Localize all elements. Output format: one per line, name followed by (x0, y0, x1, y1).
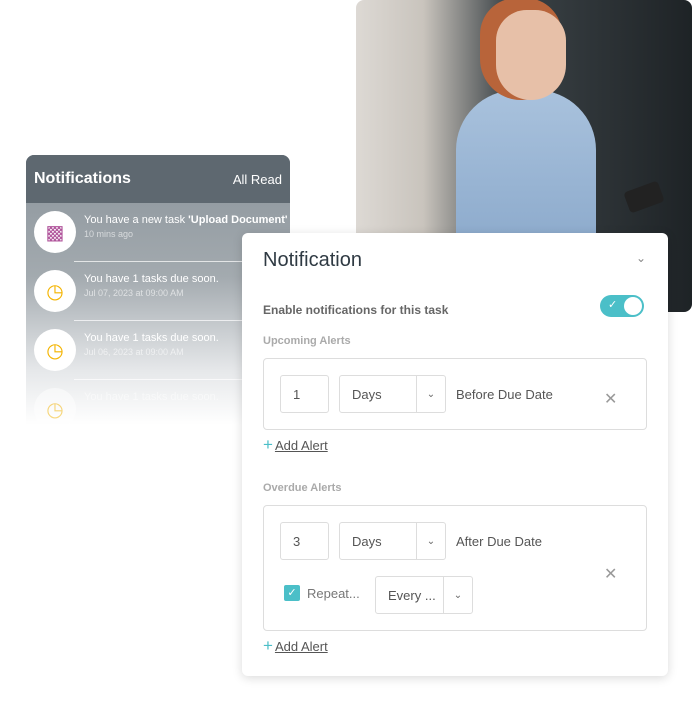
notification-message: You have a new task (84, 214, 189, 226)
overdue-value-input[interactable]: 3 (280, 522, 329, 560)
notification-settings-card: Notification ⌄ Enable notifications for … (242, 233, 668, 676)
clock-due-icon: ◷ (34, 329, 76, 371)
notifications-header: Notifications All Read (26, 155, 290, 203)
add-overdue-alert-link[interactable]: + Add Alert (263, 636, 328, 656)
upcoming-unit-value: Days (352, 386, 382, 402)
clock-due-icon: ◷ (34, 388, 76, 425)
upcoming-relation: Before Due Date (456, 387, 553, 402)
repeat-frequency-select[interactable]: Every ... ⌄ (375, 576, 473, 614)
chevron-down-icon: ⌄ (416, 523, 445, 559)
task-name: 'Upload Document' (188, 214, 288, 226)
repeat-checkbox[interactable]: ✓ (284, 585, 300, 601)
plus-icon: + (263, 435, 273, 454)
notifications-title: Notifications (34, 170, 131, 187)
upcoming-unit-select[interactable]: Days ⌄ (339, 375, 446, 413)
card-title: Notification (263, 249, 362, 271)
upcoming-alert-row: 1 Days ⌄ Before Due Date ✕ (263, 358, 647, 430)
add-alert-label: Add Alert (274, 438, 328, 453)
check-icon: ✓ (608, 299, 618, 311)
all-read-button[interactable]: All Read (233, 172, 282, 187)
clock-due-icon: ◷ (34, 270, 76, 312)
overdue-alerts-label: Overdue Alerts (263, 482, 342, 494)
overdue-alert-row: 3 Days ⌄ After Due Date ✓ Repeat... Every… (263, 505, 647, 631)
phone (623, 180, 665, 214)
repeat-frequency-value: Every ... (388, 587, 436, 603)
person-head (496, 10, 566, 100)
overdue-relation: After Due Date (456, 534, 542, 549)
plus-icon: + (263, 636, 273, 655)
overdue-unit-value: Days (352, 533, 382, 549)
upcoming-alerts-label: Upcoming Alerts (263, 335, 351, 347)
chevron-down-icon: ⌄ (416, 376, 445, 412)
repeat-label: Repeat... (307, 586, 360, 601)
remove-alert-icon[interactable]: ✕ (604, 389, 617, 409)
add-upcoming-alert-link[interactable]: + Add Alert (263, 435, 328, 455)
task-document-icon: ▩ (34, 211, 76, 253)
chevron-down-icon: ⌄ (443, 577, 472, 613)
overdue-unit-select[interactable]: Days ⌄ (339, 522, 446, 560)
enable-notifications-toggle[interactable]: ✓ (600, 295, 644, 317)
remove-alert-icon[interactable]: ✕ (604, 564, 617, 584)
enable-notifications-label: Enable notifications for this task (263, 303, 449, 317)
add-alert-label: Add Alert (274, 639, 328, 654)
collapse-chevron-icon[interactable]: ⌄ (636, 251, 646, 265)
upcoming-value-input[interactable]: 1 (280, 375, 329, 413)
